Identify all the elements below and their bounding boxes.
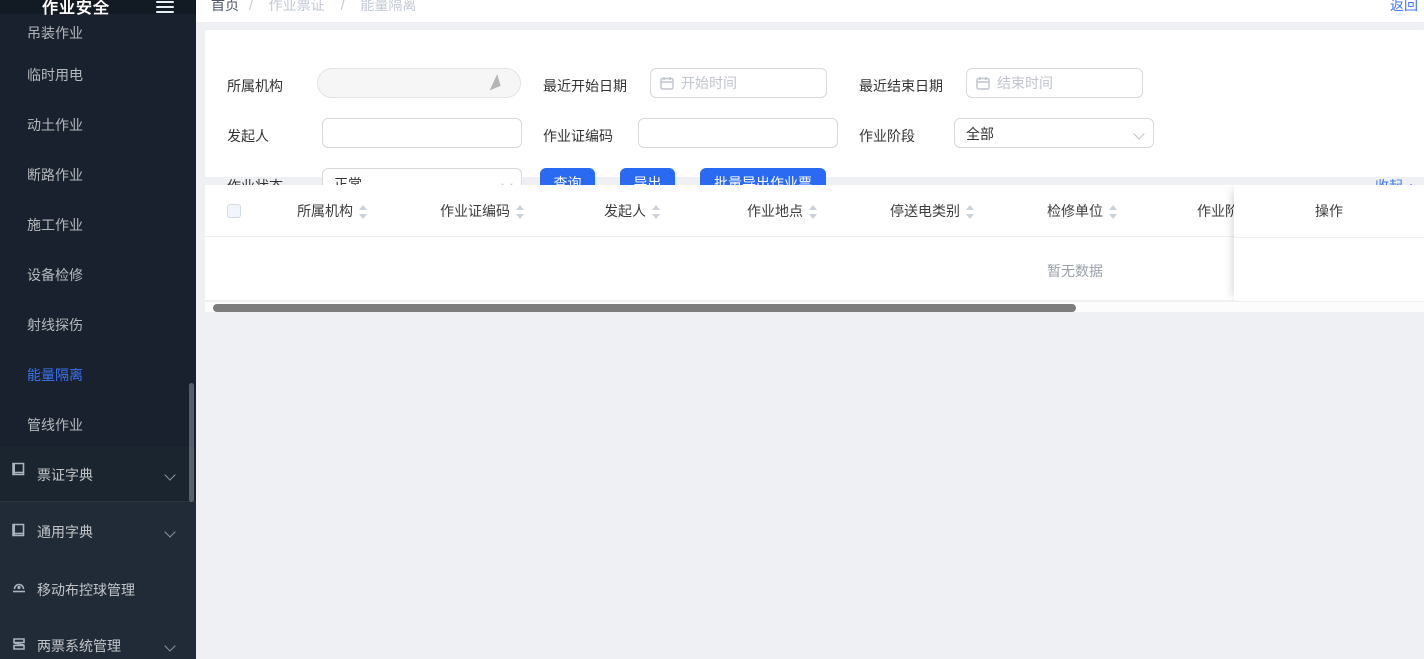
sort-icon[interactable] (966, 204, 974, 220)
sidebar-group-label: 通用字典 (37, 522, 93, 542)
column-header-actions: 操作 (1234, 185, 1424, 237)
ticket-code-input[interactable] (638, 118, 838, 148)
sidebar-group-ticket-dictionary[interactable]: 票证字典 (0, 447, 196, 502)
column-header-initiator: 发起人 (557, 185, 707, 237)
sidebar-item-hoisting-work[interactable]: 吊装作业 (0, 13, 196, 53)
breadcrumb-separator: / (249, 0, 253, 13)
stage-select-value: 全部 (966, 124, 994, 144)
chevron-down-icon (164, 640, 175, 651)
sidebar-item-earthwork[interactable]: 动土作业 (0, 105, 196, 145)
dome-camera-icon (10, 579, 28, 597)
breadcrumb-work-tickets[interactable]: 作业票证 (269, 0, 325, 13)
column-header-power-type: 停送电类别 (857, 185, 1007, 237)
sort-icon[interactable] (652, 204, 660, 220)
filter-panel: 所属机构 最近开始日期 最近结束日期 发起人 作业证编码 (205, 30, 1424, 177)
breadcrumb-home[interactable]: 首页 (211, 0, 239, 13)
stage-select[interactable]: 全部 (954, 118, 1154, 148)
fixed-action-column: 操作 (1234, 185, 1424, 301)
initiator-label: 发起人 (227, 126, 269, 146)
end-date-label: 最近结束日期 (859, 76, 943, 96)
sidebar-item-pipeline-work[interactable]: 管线作业 (0, 405, 196, 445)
column-header-org: 所属机构 (257, 185, 407, 237)
org-select[interactable] (317, 68, 521, 98)
calendar-icon (660, 76, 674, 90)
calendar-icon (976, 76, 990, 90)
org-label: 所属机构 (227, 76, 283, 96)
sidebar-item-circuit-breaking[interactable]: 断路作业 (0, 155, 196, 195)
sidebar-item-mobile-camera-management[interactable]: 移动布控球管理 (0, 566, 196, 614)
chevron-down-icon (1133, 128, 1144, 139)
sidebar-group-label: 票证字典 (37, 465, 93, 485)
breadcrumb-energy-isolation: 能量隔离 (360, 0, 416, 13)
sort-icon[interactable] (516, 204, 524, 220)
horizontal-scrollbar-track[interactable] (205, 301, 1424, 312)
breadcrumb-bar: 首页 / 作业票证 / 能量隔离 返回 (196, 0, 1424, 22)
ticket-code-label: 作业证编码 (543, 126, 613, 146)
breadcrumb: 首页 / 作业票证 / 能量隔离 (211, 0, 422, 15)
chevron-down-icon (164, 469, 175, 480)
end-date-picker[interactable] (966, 68, 1143, 98)
work-ticket-table: 所属机构 作业证编码 发起人 作业地点 停送电类别 检修单位 作业阶段 暂无数据… (205, 185, 1424, 312)
sort-icon[interactable] (1109, 204, 1117, 220)
sidebar-item-construction[interactable]: 施工作业 (0, 205, 196, 245)
column-header-ticket-code: 作业证编码 (407, 185, 557, 237)
chevron-down-icon (164, 526, 175, 537)
sidebar-item-equipment-overhaul[interactable]: 设备检修 (0, 255, 196, 295)
initiator-input[interactable] (322, 118, 522, 148)
book-icon (10, 521, 28, 539)
sidebar-group-label: 两票系统管理 (37, 636, 121, 656)
end-date-input[interactable] (997, 69, 1137, 97)
back-button[interactable]: 返回 (1390, 0, 1418, 15)
breadcrumb-separator: / (341, 0, 345, 13)
books-icon (10, 635, 28, 653)
start-date-input[interactable] (681, 69, 821, 97)
start-date-picker[interactable] (650, 68, 827, 98)
select-caret-icon (490, 74, 505, 94)
sidebar-submenu: 吊装作业 临时用电 动土作业 断路作业 施工作业 设备检修 射线探伤 能量隔离 … (0, 14, 196, 447)
sidebar-item-temporary-power[interactable]: 临时用电 (0, 55, 196, 95)
sort-icon[interactable] (809, 204, 817, 220)
main-content: 首页 / 作业票证 / 能量隔离 返回 所属机构 最近开始日期 最近结束日期 (196, 0, 1424, 659)
stage-label: 作业阶段 (859, 126, 915, 146)
sort-icon[interactable] (359, 204, 367, 220)
start-date-label: 最近开始日期 (543, 76, 627, 96)
column-header-overhaul-unit: 检修单位 (1007, 185, 1157, 237)
sidebar-header: 作业安全 (0, 0, 196, 14)
select-all-checkbox[interactable] (227, 204, 241, 218)
column-header-location: 作业地点 (707, 185, 857, 237)
sidebar: 吊装作业 临时用电 动土作业 断路作业 施工作业 设备检修 射线探伤 能量隔离 … (0, 0, 196, 659)
sidebar-group-general-dictionary[interactable]: 通用字典 (0, 508, 196, 556)
sidebar-group-two-ticket-system[interactable]: 两票系统管理 (0, 622, 196, 659)
sidebar-item-radiographic-testing[interactable]: 射线探伤 (0, 305, 196, 345)
menu-toggle-icon[interactable] (156, 0, 174, 12)
sidebar-group-label: 移动布控球管理 (37, 580, 135, 600)
book-icon (10, 460, 28, 478)
sidebar-title: 作业安全 (42, 0, 110, 18)
sidebar-item-energy-isolation[interactable]: 能量隔离 (0, 355, 196, 395)
sidebar-scrollbar[interactable] (189, 383, 194, 502)
horizontal-scrollbar-thumb[interactable] (213, 304, 1076, 312)
